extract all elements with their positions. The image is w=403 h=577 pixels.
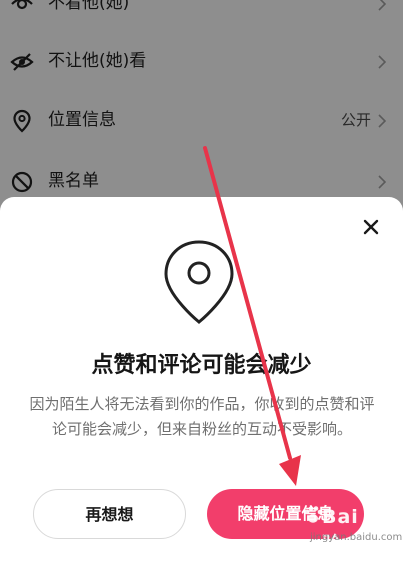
hide-location-button[interactable]: 隐藏位置信息 bbox=[207, 489, 364, 539]
settings-row-hide-from-them[interactable]: 不看他(她) bbox=[0, 0, 403, 23]
reconsider-button[interactable]: 再想想 bbox=[33, 489, 186, 539]
eye-slash-icon bbox=[10, 53, 34, 71]
chevron-right-icon bbox=[378, 175, 387, 189]
chevron-right-icon bbox=[378, 0, 387, 11]
settings-row-blacklist[interactable]: 黑名单 bbox=[0, 161, 403, 201]
dialog-description: 因为陌生人将无法看到你的作品，你收到的点赞和评论可能会减少，但来自粉丝的互动不受… bbox=[29, 395, 375, 438]
location-pin-icon bbox=[164, 240, 234, 324]
settings-row-label: 位置信息 bbox=[48, 110, 116, 130]
settings-row-label: 不让他(她)看 bbox=[48, 51, 147, 71]
settings-row-hide-from-me[interactable]: 不让他(她)看 bbox=[0, 41, 403, 81]
chevron-right-icon bbox=[378, 55, 387, 69]
settings-row-value: 公开 bbox=[340, 111, 371, 129]
block-view-icon bbox=[11, 0, 33, 10]
location-pin-icon bbox=[13, 109, 31, 133]
settings-list: 不看他(她) 不让他(她)看 位置信息 公开 黑名单 bbox=[0, 0, 403, 210]
close-icon[interactable] bbox=[361, 217, 381, 237]
settings-row-label: 不看他(她) bbox=[48, 0, 130, 13]
settings-row-location[interactable]: 位置信息 公开 bbox=[0, 100, 403, 140]
chevron-right-icon bbox=[378, 114, 387, 128]
settings-row-label: 黑名单 bbox=[48, 171, 99, 191]
dialog-title: 点赞和评论可能会减少 bbox=[91, 353, 312, 378]
hide-location-dialog: 点赞和评论可能会减少 因为陌生人将无法看到你的作品，你收到的点赞和评论可能会减少… bbox=[0, 197, 403, 577]
prohibited-icon bbox=[11, 171, 33, 193]
